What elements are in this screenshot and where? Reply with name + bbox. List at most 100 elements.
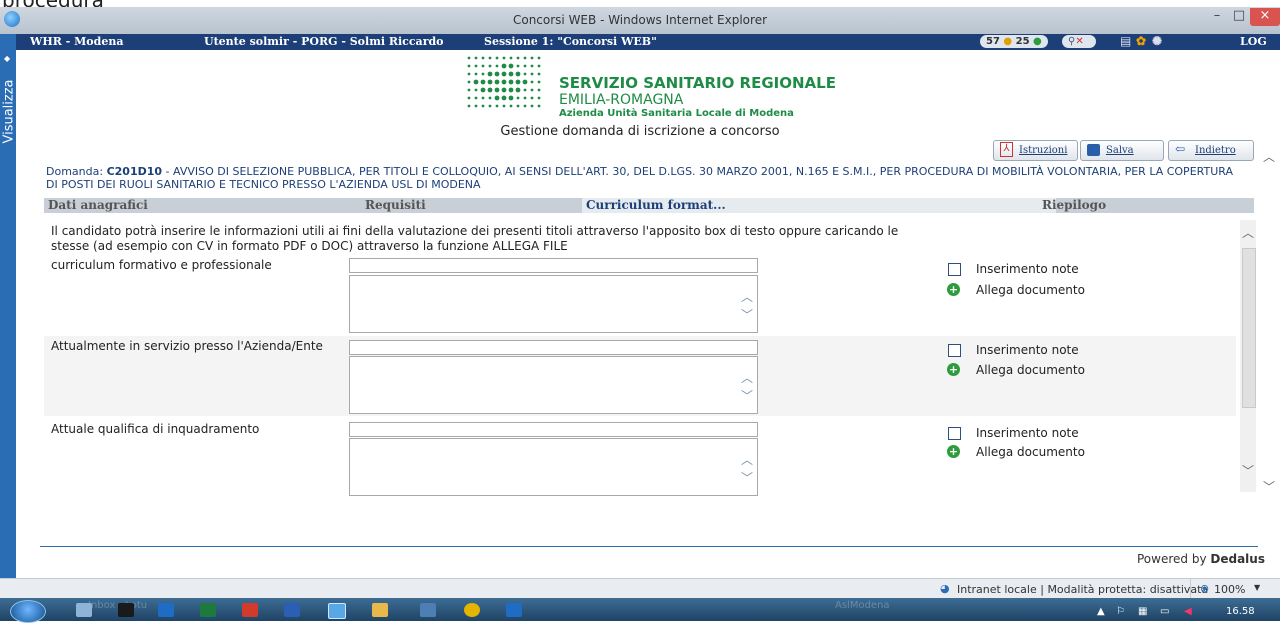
app-header: WHR - Modena Utente solmir - PORG - Solm… [16, 34, 1280, 61]
page-subtitle: Gestione domanda di iscrizione a concors… [500, 124, 780, 139]
tray-arrow-icon[interactable]: ▲ [1097, 606, 1105, 617]
network-icon[interactable]: ▦ [1138, 606, 1147, 617]
istruzioni-button[interactable]: ⅄ Istruzioni [993, 140, 1078, 161]
intro-text: Il candidato potrà inserire le informazi… [51, 224, 899, 253]
app-taskbar-icon[interactable] [420, 603, 436, 617]
servizio-title-input[interactable] [349, 340, 758, 355]
tab-requisiti[interactable]: Requisiti [365, 198, 426, 212]
tab-riepilogo[interactable]: Riepilogo [1042, 198, 1106, 212]
salva-label: Salva [1106, 145, 1134, 156]
zoom-level[interactable]: 100% [1214, 583, 1245, 596]
row-label-servizio: Attualmente in servizio presso l'Azienda… [51, 339, 323, 353]
green-dot-icon: ● [1033, 36, 1042, 47]
close-button[interactable]: × [1250, 8, 1280, 26]
taskbar [0, 598, 1280, 621]
back-arrow-icon: ⇦ [1175, 142, 1186, 156]
visualizza-sidebar[interactable]: ◆ Visualizza [0, 34, 17, 600]
domanda-code: C201D10 [106, 165, 163, 178]
minimize-button[interactable]: – [1206, 8, 1228, 26]
expand-arrow-icon: ◆ [4, 54, 11, 63]
maximize-button[interactable]: □ [1228, 8, 1250, 26]
battery-icon[interactable]: ▭ [1160, 606, 1169, 617]
curriculum-textarea[interactable]: ︿ ﹀ [349, 275, 758, 333]
edit-note-icon[interactable] [948, 427, 961, 440]
tab-dati-anagrafici[interactable]: Dati anagrafici [48, 198, 148, 212]
save-icon [1087, 143, 1100, 156]
acrobat-taskbar-icon[interactable] [242, 603, 258, 617]
logout-link[interactable]: LOG OUT [1240, 35, 1280, 61]
window-title: Concorsi WEB - Windows Internet Explorer [512, 13, 768, 27]
clear-icon: ✕ [1075, 36, 1084, 47]
tab-bar: Dati anagrafici Requisiti Curriculum for… [44, 198, 1254, 213]
inserimento-note-link-1[interactable]: Inserimento note [976, 262, 1079, 276]
yellow-dot-icon: ● [1003, 36, 1013, 47]
inserimento-note-link-3[interactable]: Inserimento note [976, 426, 1079, 440]
explorer-taskbar-icon[interactable] [76, 603, 92, 617]
window-titlebar: Concorsi WEB - Windows Internet Explorer [0, 7, 1280, 35]
document-icon[interactable]: ▤ [1120, 34, 1131, 48]
outlook-taskbar-icon-2[interactable] [506, 603, 522, 617]
istruzioni-label: Istruzioni [1019, 145, 1068, 156]
add-document-icon[interactable]: + [947, 363, 960, 376]
zoom-dropdown-icon[interactable]: ▼ [1254, 583, 1260, 592]
security-zone[interactable]: Intranet locale | Modalità protetta: dis… [957, 583, 1208, 596]
session-info: Sessione 1: "Concorsi WEB" [484, 35, 657, 48]
ie-taskbar-icon[interactable] [328, 603, 346, 619]
powered-by: Powered by Dedalus [1137, 552, 1265, 566]
content-scrollbar[interactable]: ︿ ﹀ [1240, 220, 1256, 492]
tools-icon[interactable]: ✿ [1136, 34, 1146, 48]
counter-badge[interactable]: 57 ● 25 ● [980, 35, 1048, 48]
chrome-taskbar-icon[interactable] [464, 603, 480, 617]
scrollbar-thumb[interactable] [1242, 248, 1256, 408]
sidebar-label: Visualizza [1, 79, 17, 144]
outer-scroll-up-icon[interactable]: ︿ [1263, 148, 1275, 165]
indietro-label: Indietro [1195, 145, 1236, 156]
domanda-text: - AVVISO DI SELEZIONE PUBBLICA, PER TITO… [46, 165, 1233, 191]
outlook-taskbar-icon[interactable] [158, 603, 174, 617]
scroll-down-icon[interactable]: ﹀ [741, 469, 753, 486]
add-document-icon[interactable]: + [947, 445, 960, 458]
folder-taskbar-icon[interactable] [372, 603, 388, 617]
start-button[interactable] [10, 600, 46, 623]
qualifica-textarea[interactable]: ︿ ﹀ [349, 438, 758, 496]
inserimento-note-link-2[interactable]: Inserimento note [976, 343, 1079, 357]
row-label-curriculum: curriculum formativo e professionale [51, 258, 272, 272]
tab-curriculum[interactable]: Curriculum format... [582, 198, 1056, 213]
scroll-down-icon[interactable]: ﹀ [1242, 462, 1254, 479]
cmd-taskbar-icon[interactable] [118, 603, 134, 617]
search-clear-widget[interactable]: ⚲✕ [1062, 35, 1096, 48]
servizio-textarea[interactable]: ︿ ﹀ [349, 356, 758, 414]
scroll-up-icon[interactable]: ︿ [1242, 224, 1254, 241]
powered-prefix: Powered by [1137, 552, 1211, 566]
scroll-down-icon[interactable]: ﹀ [741, 387, 753, 404]
scroll-up-icon[interactable]: ︿ [741, 369, 753, 386]
allega-documento-link-3[interactable]: Allega documento [976, 445, 1085, 459]
salva-button[interactable]: Salva [1080, 140, 1164, 161]
clock[interactable]: 16.58 [1226, 606, 1255, 617]
curriculum-title-input[interactable] [349, 258, 758, 273]
globe-icon: ◕ [940, 582, 950, 595]
scroll-up-icon[interactable]: ︿ [741, 451, 753, 468]
domanda-description: Domanda: C201D10 - AVVISO DI SELEZIONE P… [46, 165, 1246, 191]
edit-note-icon[interactable] [948, 263, 961, 276]
zoom-icon: ⊕ [1200, 582, 1210, 595]
edit-note-icon[interactable] [948, 344, 961, 357]
ghost-window-title: AslModena [835, 600, 890, 611]
flag-icon[interactable]: ⚐ [1116, 606, 1125, 617]
outer-scroll-down-icon[interactable]: ﹀ [1263, 478, 1275, 495]
add-document-icon[interactable]: + [947, 283, 960, 296]
word-taskbar-icon[interactable] [284, 603, 300, 617]
scroll-up-icon[interactable]: ︿ [741, 288, 753, 305]
volume-icon[interactable]: ◀ [1184, 606, 1192, 617]
scroll-down-icon[interactable]: ﹀ [741, 306, 753, 323]
logo-region: EMILIA-ROMAGNA [559, 92, 684, 108]
indietro-button[interactable]: ⇦ Indietro [1168, 140, 1254, 161]
counter-2: 25 [1015, 36, 1030, 47]
user-info: Utente solmir - PORG - Solmi Riccardo [204, 35, 444, 48]
settings-icon[interactable]: ✺ [1152, 34, 1162, 48]
excel-taskbar-icon[interactable] [200, 603, 216, 617]
qualifica-title-input[interactable] [349, 422, 758, 437]
allega-documento-link-1[interactable]: Allega documento [976, 283, 1085, 297]
counter-1: 57 [986, 36, 1000, 47]
allega-documento-link-2[interactable]: Allega documento [976, 363, 1085, 377]
